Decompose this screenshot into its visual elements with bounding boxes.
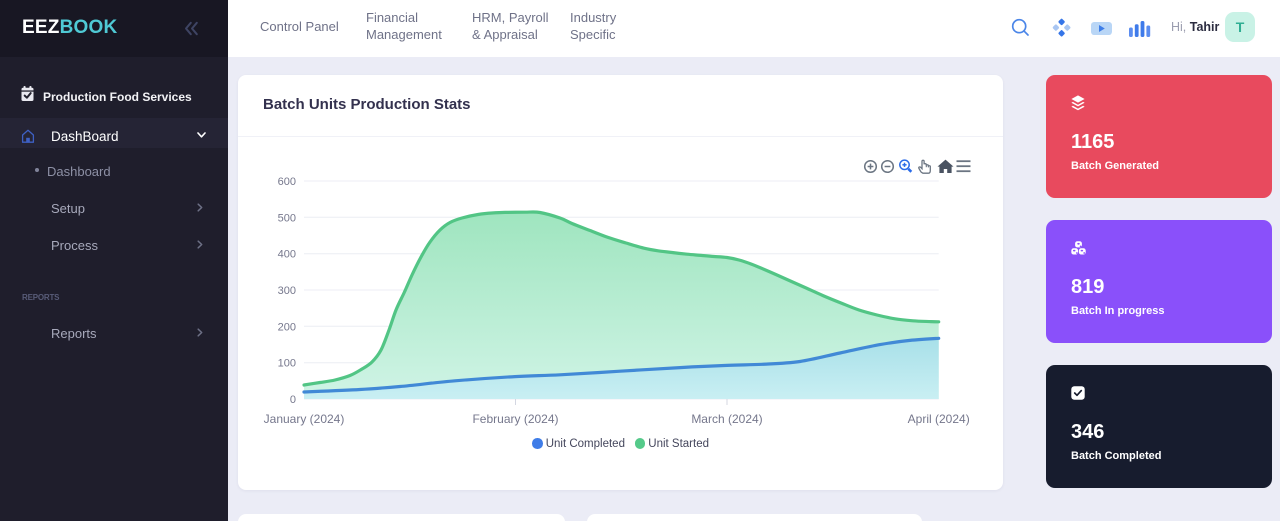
svg-text:300: 300 bbox=[278, 285, 296, 297]
svg-text:400: 400 bbox=[278, 249, 296, 261]
svg-text:March (2024): March (2024) bbox=[691, 412, 762, 426]
svg-text:600: 600 bbox=[278, 176, 296, 188]
svg-text:January (2024): January (2024) bbox=[264, 412, 345, 426]
svg-text:April (2024): April (2024) bbox=[908, 412, 970, 426]
svg-text:500: 500 bbox=[278, 212, 296, 224]
svg-text:200: 200 bbox=[278, 321, 296, 333]
svg-text:0: 0 bbox=[290, 394, 296, 406]
svg-text:February (2024): February (2024) bbox=[472, 412, 558, 426]
svg-text:100: 100 bbox=[278, 358, 296, 370]
